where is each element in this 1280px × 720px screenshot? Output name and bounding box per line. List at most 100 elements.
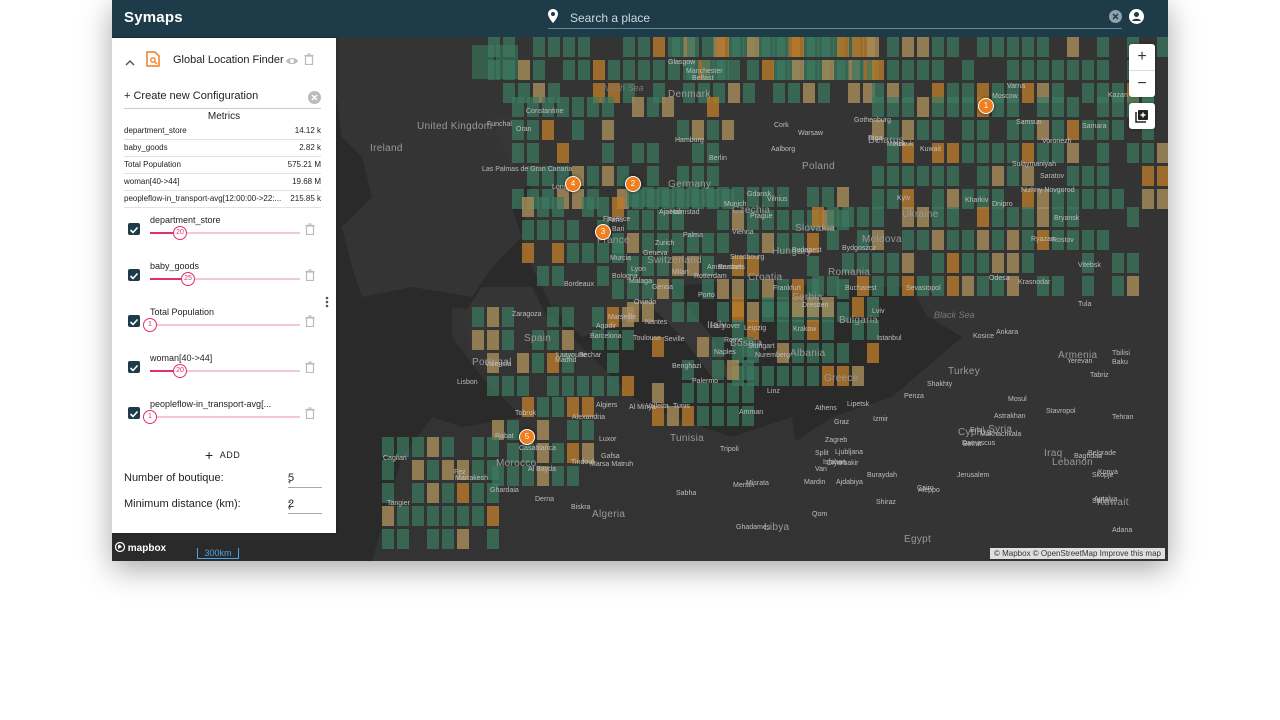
filter-name: department_store	[150, 215, 221, 225]
city-label: Tangier	[387, 500, 410, 507]
slider-thumb[interactable]: 25	[181, 272, 195, 286]
city-label: Marsa Matruh	[590, 461, 634, 468]
heat-cell	[532, 353, 544, 373]
country-label: Ireland	[370, 143, 403, 154]
city-label: Tehran	[1112, 414, 1134, 421]
delete-filter-icon[interactable]	[305, 268, 315, 286]
delete-filter-icon[interactable]	[305, 360, 315, 378]
search-bar[interactable]	[548, 6, 1122, 30]
city-label: Linz	[767, 388, 780, 395]
create-config-field[interactable]: + Create new Configuration	[124, 90, 321, 109]
heat-cell	[867, 343, 879, 363]
add-filter-button[interactable]: + ADD	[205, 447, 240, 463]
location-marker[interactable]: 3	[595, 224, 611, 240]
clear-search-icon[interactable]	[1109, 10, 1122, 28]
clear-config-icon[interactable]	[308, 91, 321, 107]
heat-cell	[1022, 37, 1034, 57]
heat-cell	[552, 397, 564, 417]
heat-cell	[608, 60, 620, 80]
country-label: Tunisia	[670, 433, 704, 444]
heat-cell	[947, 230, 959, 250]
filter-checkbox[interactable]	[128, 269, 140, 281]
heat-cell	[977, 143, 989, 163]
mapbox-logo[interactable]: mapbox	[114, 541, 166, 554]
heat-cell	[777, 37, 789, 57]
location-marker[interactable]: 1	[978, 98, 994, 114]
filter-checkbox[interactable]	[128, 223, 140, 235]
stepper-icon[interactable]: ▴ ▾	[288, 472, 322, 486]
slider-thumb[interactable]: 1	[143, 410, 157, 424]
more-vert-icon[interactable]	[325, 295, 329, 313]
location-marker[interactable]: 2	[625, 176, 641, 192]
filter-checkbox[interactable]	[128, 407, 140, 419]
slider-thumb[interactable]: 20	[173, 364, 187, 378]
filter-slider[interactable]: 20	[150, 364, 300, 378]
filter-checkbox[interactable]	[128, 315, 140, 327]
metric-value: 19.68 M	[292, 177, 321, 186]
heat-cell	[947, 37, 959, 57]
visibility-eye-icon[interactable]	[285, 53, 299, 71]
slider-thumb[interactable]: 1	[143, 318, 157, 332]
heat-cell	[587, 166, 599, 186]
heat-cell	[977, 230, 989, 250]
filter-slider[interactable]: 25	[150, 272, 300, 286]
app-title[interactable]: Symaps	[124, 9, 183, 26]
create-config-label[interactable]: + Create new Configuration	[124, 90, 258, 102]
heat-cell	[397, 529, 409, 549]
boutique-count-input[interactable]: 5 ▴ ▾	[288, 470, 322, 488]
heat-cell	[792, 366, 804, 386]
delete-filter-icon[interactable]	[305, 314, 315, 332]
city-label: Biskra	[571, 504, 591, 511]
panel-header: Global Location Finder	[112, 38, 336, 82]
heat-cell	[1097, 143, 1109, 163]
heat-cell	[992, 37, 1004, 57]
heat-cell	[1082, 230, 1094, 250]
city-label: Rostov	[1052, 237, 1074, 244]
search-input[interactable]	[568, 6, 1092, 30]
collapse-chevron-icon[interactable]	[125, 54, 135, 72]
heat-cell	[1007, 166, 1019, 186]
city-label: Benghazi	[672, 363, 702, 370]
heat-cell	[1112, 276, 1124, 296]
heat-cell	[962, 60, 974, 80]
city-label: Rabat	[495, 433, 514, 440]
city-label: Astrakhan	[994, 413, 1026, 420]
filter-slider[interactable]: 20	[150, 226, 300, 240]
filter-checkbox[interactable]	[128, 361, 140, 373]
stepper-icon[interactable]: ▴ ▾	[288, 498, 322, 512]
delete-config-icon[interactable]	[304, 52, 314, 70]
location-marker[interactable]: 4	[565, 176, 581, 192]
zoom-out-button[interactable]: −	[1129, 71, 1155, 97]
add-layer-button[interactable]	[1129, 103, 1155, 129]
heat-cell	[1082, 60, 1094, 80]
heat-cell	[472, 330, 484, 350]
delete-filter-icon[interactable]	[305, 222, 315, 240]
min-distance-input[interactable]: 2 ▴ ▾	[288, 496, 322, 514]
city-label: Kharkiv	[965, 197, 989, 204]
heat-cell	[442, 529, 454, 549]
heat-cell	[563, 37, 575, 57]
city-label: Istanbul	[877, 335, 902, 342]
zoom-in-button[interactable]: +	[1129, 44, 1155, 70]
heat-cell	[822, 60, 834, 80]
heat-cell	[932, 230, 944, 250]
city-label: Leipzig	[744, 325, 767, 332]
filter-slider[interactable]: 1	[143, 318, 300, 332]
heat-cell	[1052, 60, 1064, 80]
account-icon[interactable]	[1129, 9, 1144, 29]
filter-slider[interactable]: 1	[143, 410, 300, 424]
city-label: Split	[815, 450, 829, 457]
location-marker[interactable]: 5	[519, 429, 535, 445]
heat-cell	[887, 166, 899, 186]
country-label: Ukraine	[902, 209, 939, 220]
improve-map-link[interactable]: Improve this map	[1100, 549, 1161, 558]
country-label: Algeria	[592, 509, 626, 520]
slider-thumb[interactable]: 20	[173, 226, 187, 240]
delete-filter-icon[interactable]	[305, 406, 315, 424]
heat-cell	[1052, 120, 1064, 140]
attribution-text[interactable]: © Mapbox © OpenStreetMap	[994, 549, 1097, 558]
heat-cell	[707, 97, 719, 117]
city-label: Antalya	[1094, 496, 1118, 503]
heat-cell	[682, 383, 694, 403]
heat-cell	[717, 302, 729, 322]
